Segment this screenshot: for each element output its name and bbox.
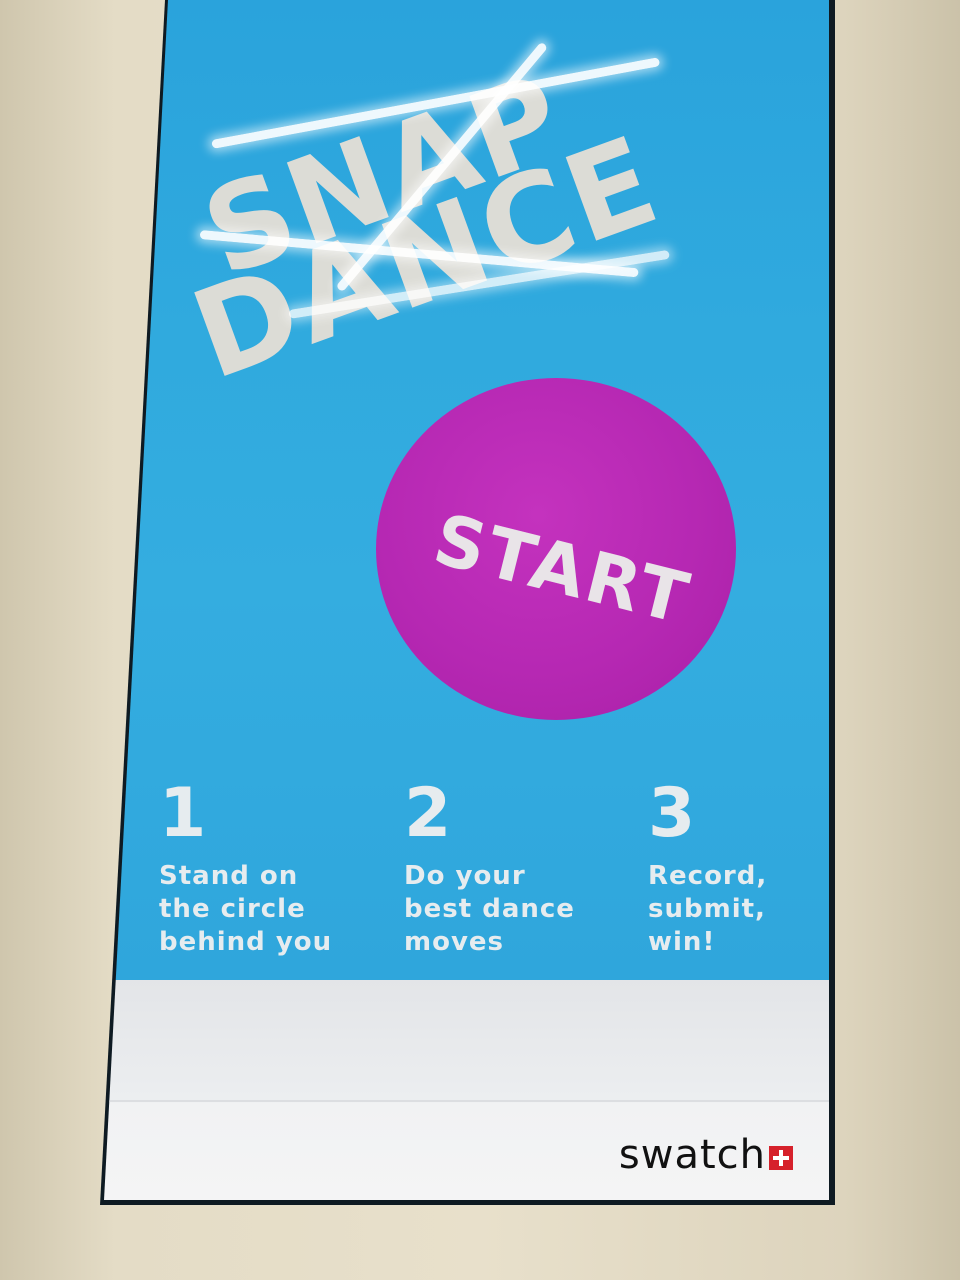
footer: swatch (104, 980, 829, 1200)
footer-divider (104, 1100, 829, 1102)
step-number: 3 (648, 774, 696, 853)
swiss-cross-icon (769, 1146, 793, 1170)
logo-text: swatch (618, 1132, 766, 1178)
step-instruction: Stand on the circle behind you (159, 861, 333, 957)
step-3: 3 Record, submit, win! (648, 780, 767, 959)
start-button-label: START (426, 498, 699, 641)
step-2: 2 Do your best dance moves (404, 780, 575, 959)
step-instruction: Record, submit, win! (648, 861, 768, 957)
step-number: 2 (404, 774, 452, 853)
swatch-logo: swatch (619, 1132, 793, 1178)
step-number: 1 (159, 774, 207, 853)
kiosk-screen: SNAP DANCE START 1 Stand on the circle b… (104, 0, 829, 1200)
step-instruction: Do your best dance moves (404, 861, 575, 957)
start-button[interactable]: START (376, 378, 736, 720)
step-1: 1 Stand on the circle behind you (159, 780, 332, 959)
main-panel: SNAP DANCE START 1 Stand on the circle b… (104, 0, 829, 980)
